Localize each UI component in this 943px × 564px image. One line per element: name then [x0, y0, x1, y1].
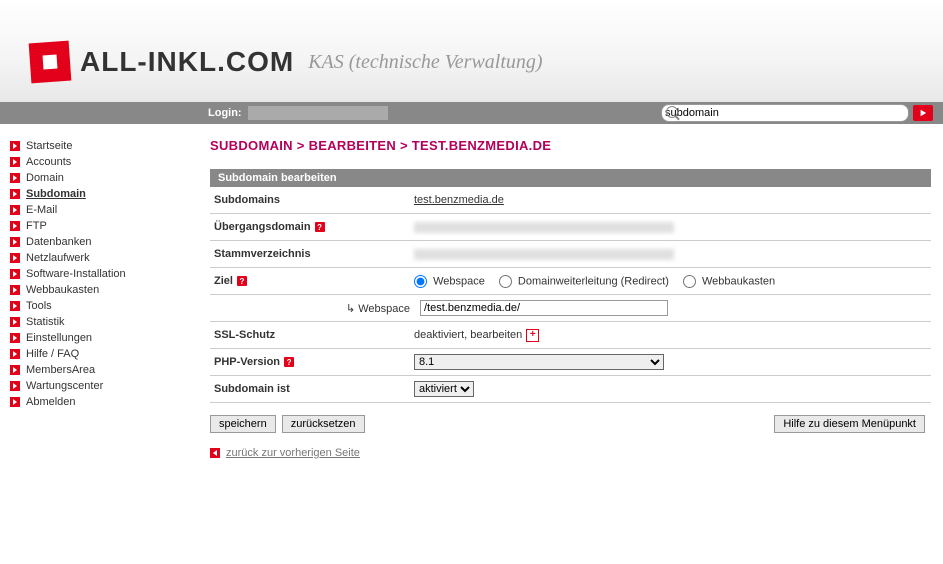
- header: ALL-INKL.COM KAS (technische Verwaltung): [0, 0, 943, 102]
- sidebar-item-label: Webbaukasten: [26, 284, 99, 296]
- sidebar-item-label: E-Mail: [26, 204, 57, 216]
- search-box: [661, 104, 933, 122]
- sidebar-item-hilfe-faq[interactable]: Hilfe / FAQ: [10, 346, 180, 362]
- label-ssl: SSL-Schutz: [210, 329, 414, 341]
- logo-text: ALL-INKL.COM: [80, 46, 294, 78]
- sidebar-item-label: Statistik: [26, 316, 65, 328]
- value-ubergangsdomain-hidden: [414, 222, 674, 233]
- help-icon[interactable]: ?: [315, 222, 325, 232]
- ziel-radio-group: Webspace Domainweiterleitung (Redirect) …: [414, 275, 931, 288]
- sidebar-item-software-installation[interactable]: Software-Installation: [10, 266, 180, 282]
- sidebar-item-label: Wartungscenter: [26, 380, 103, 392]
- back-link-row: zurück zur vorherigen Seite: [210, 447, 931, 459]
- value-stammverzeichnis-hidden: [414, 249, 674, 260]
- sidebar-arrow-icon: [10, 141, 20, 151]
- radio-webspace[interactable]: Webspace: [414, 275, 485, 288]
- sidebar-item-netzlaufwerk[interactable]: Netzlaufwerk: [10, 250, 180, 266]
- sidebar-item-ftp[interactable]: FTP: [10, 218, 180, 234]
- sidebar-item-webbaukasten[interactable]: Webbaukasten: [10, 282, 180, 298]
- sidebar-arrow-icon: [10, 397, 20, 407]
- sidebar-arrow-icon: [10, 269, 20, 279]
- sidebar-item-abmelden[interactable]: Abmelden: [10, 394, 180, 410]
- help-icon[interactable]: ?: [284, 357, 294, 367]
- input-webspace-path[interactable]: [420, 300, 668, 316]
- main-content: SUBDOMAIN > BEARBEITEN > TEST.BENZMEDIA.…: [190, 138, 943, 459]
- save-button[interactable]: speichern: [210, 415, 276, 433]
- breadcrumb: SUBDOMAIN > BEARBEITEN > TEST.BENZMEDIA.…: [210, 138, 931, 153]
- sidebar-item-datenbanken[interactable]: Datenbanken: [10, 234, 180, 250]
- value-subdomains[interactable]: test.benzmedia.de: [414, 194, 504, 206]
- sidebar-item-label: Domain: [26, 172, 64, 184]
- login-bar: Login:: [0, 102, 943, 124]
- search-icon: [666, 106, 678, 118]
- back-link[interactable]: zurück zur vorherigen Seite: [226, 447, 360, 459]
- sidebar-arrow-icon: [10, 349, 20, 359]
- label-php-version: PHP-Version ?: [210, 356, 414, 368]
- sidebar-item-accounts[interactable]: Accounts: [10, 154, 180, 170]
- sidebar-item-label: Software-Installation: [26, 268, 126, 280]
- help-icon[interactable]: ?: [237, 276, 247, 286]
- login-value-hidden: [248, 106, 388, 120]
- radio-redirect[interactable]: Domainweiterleitung (Redirect): [499, 275, 669, 288]
- sidebar-arrow-icon: [10, 157, 20, 167]
- sidebar-item-domain[interactable]: Domain: [10, 170, 180, 186]
- sidebar-item-wartungscenter[interactable]: Wartungscenter: [10, 378, 180, 394]
- radio-webbaukasten[interactable]: Webbaukasten: [683, 275, 775, 288]
- sidebar-item-label: MembersArea: [26, 364, 95, 376]
- sidebar-item-label: Hilfe / FAQ: [26, 348, 79, 360]
- sidebar-arrow-icon: [10, 237, 20, 247]
- label-subdomain-ist: Subdomain ist: [210, 383, 414, 395]
- sidebar-arrow-icon: [10, 205, 20, 215]
- sidebar-item-label: FTP: [26, 220, 47, 232]
- sidebar-item-label: Startseite: [26, 140, 72, 152]
- reset-button[interactable]: zurücksetzen: [282, 415, 365, 433]
- back-arrow-icon: [210, 448, 220, 458]
- sidebar-arrow-icon: [10, 189, 20, 199]
- sidebar-arrow-icon: [10, 317, 20, 327]
- sidebar-item-label: Accounts: [26, 156, 71, 168]
- sidebar-arrow-icon: [10, 333, 20, 343]
- label-ziel: Ziel ?: [210, 275, 414, 287]
- sidebar-arrow-icon: [10, 173, 20, 183]
- sidebar-item-startseite[interactable]: Startseite: [10, 138, 180, 154]
- select-subdomain-status[interactable]: aktiviert: [414, 381, 474, 397]
- sidebar-arrow-icon: [10, 365, 20, 375]
- sidebar-item-label: Einstellungen: [26, 332, 92, 344]
- sidebar-item-label: Tools: [26, 300, 52, 312]
- logo-icon: [29, 41, 72, 84]
- sidebar-item-einstellungen[interactable]: Einstellungen: [10, 330, 180, 346]
- login-label: Login:: [208, 107, 242, 119]
- panel-title: Subdomain bearbeiten: [210, 169, 931, 187]
- search-go-button[interactable]: [913, 105, 933, 121]
- help-menu-button[interactable]: Hilfe zu diesem Menüpunkt: [774, 415, 925, 433]
- search-input[interactable]: [661, 104, 909, 122]
- sidebar-arrow-icon: [10, 253, 20, 263]
- sidebar-item-statistik[interactable]: Statistik: [10, 314, 180, 330]
- sidebar-arrow-icon: [10, 381, 20, 391]
- ssl-edit-icon[interactable]: +: [526, 329, 539, 342]
- sidebar-arrow-icon: [10, 221, 20, 231]
- sidebar-item-subdomain[interactable]: Subdomain: [10, 186, 180, 202]
- sidebar-item-label: Abmelden: [26, 396, 76, 408]
- sidebar: Startseite Accounts Domain Subdomain E-Mail F…: [0, 138, 190, 459]
- sidebar-item-tools[interactable]: Tools: [10, 298, 180, 314]
- label-ubergangsdomain: Übergangsdomain ?: [210, 221, 414, 233]
- sidebar-item-label: Netzlaufwerk: [26, 252, 90, 264]
- header-subtitle: KAS (technische Verwaltung): [308, 51, 542, 74]
- ssl-status-text: deaktiviert, bearbeiten: [414, 329, 522, 341]
- sidebar-item-e-mail[interactable]: E-Mail: [10, 202, 180, 218]
- select-php-version[interactable]: 8.1: [414, 354, 664, 370]
- label-subdomains: Subdomains: [210, 194, 414, 206]
- label-webspace-sub: ↳ Webspace: [210, 302, 420, 315]
- label-stammverzeichnis: Stammverzeichnis: [210, 248, 414, 260]
- sidebar-arrow-icon: [10, 301, 20, 311]
- sidebar-item-label: Datenbanken: [26, 236, 91, 248]
- sidebar-item-membersarea[interactable]: MembersArea: [10, 362, 180, 378]
- sidebar-arrow-icon: [10, 285, 20, 295]
- sidebar-item-label: Subdomain: [26, 188, 86, 200]
